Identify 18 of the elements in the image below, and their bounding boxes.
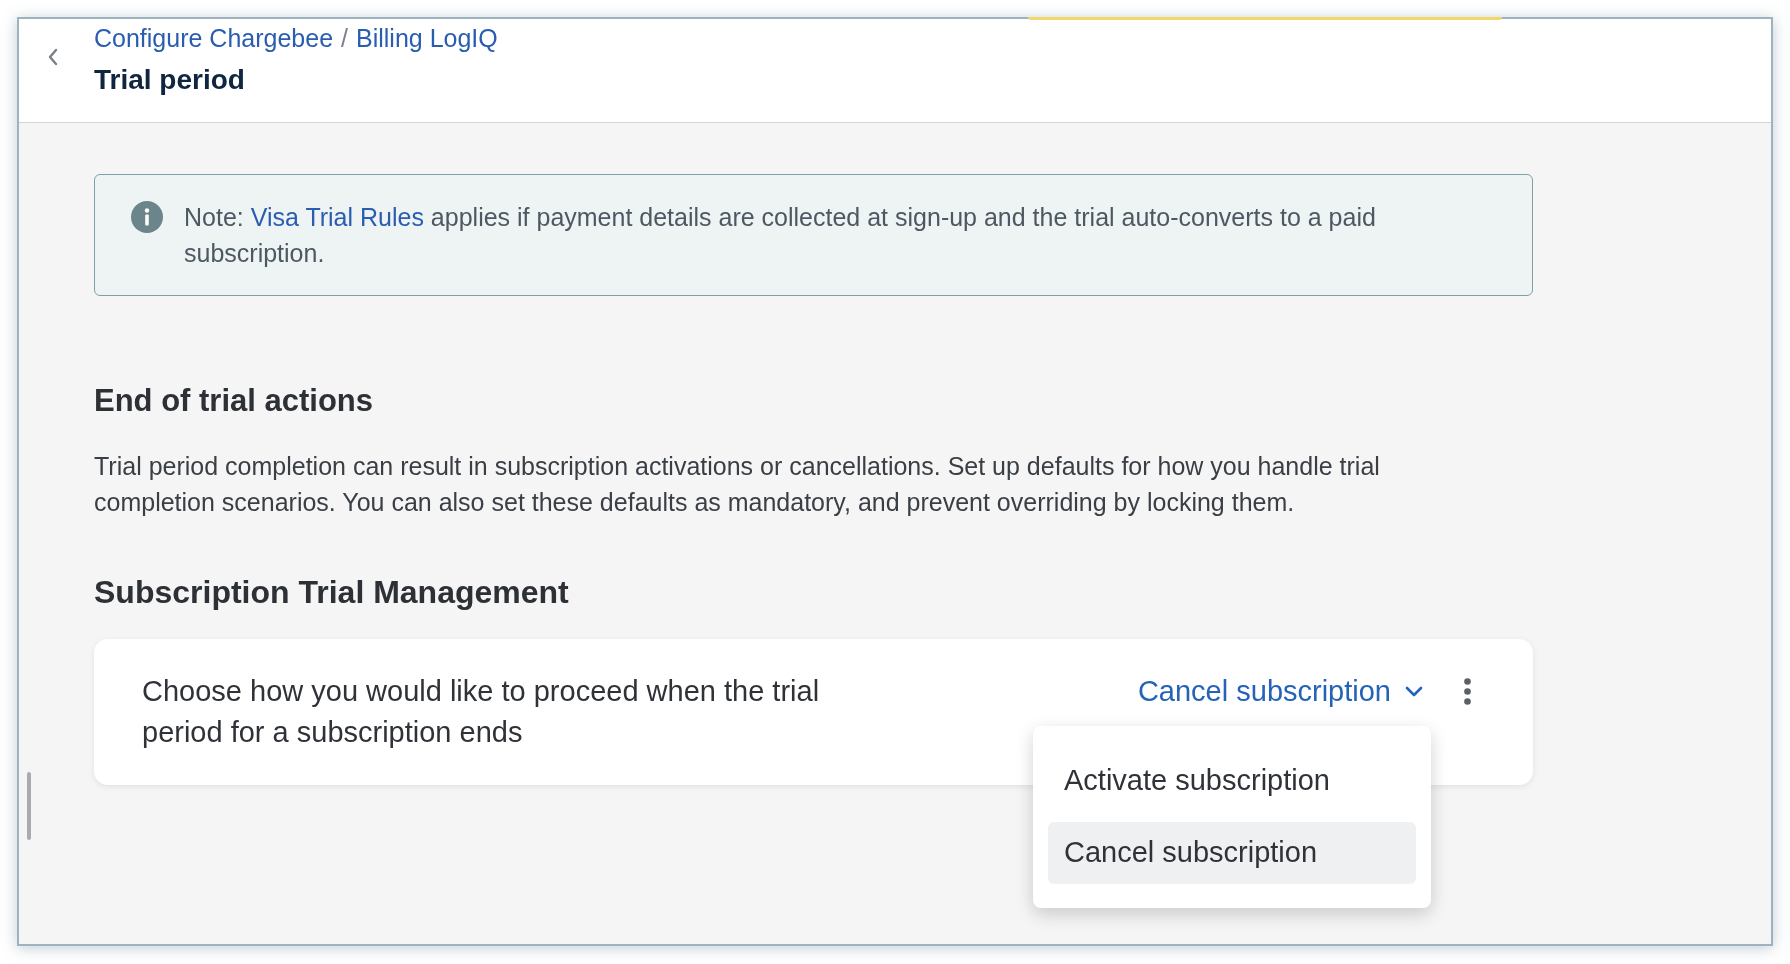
breadcrumb-separator: / bbox=[341, 23, 348, 55]
chevron-down-icon bbox=[1405, 686, 1423, 697]
note-link[interactable]: Visa Trial Rules bbox=[250, 203, 424, 231]
dropdown-trigger[interactable]: Cancel subscription bbox=[1137, 671, 1423, 712]
drag-handle[interactable] bbox=[27, 772, 31, 840]
more-options-button[interactable] bbox=[1463, 677, 1471, 706]
section-heading: Subscription Trial Management bbox=[94, 573, 569, 611]
dropdown-option[interactable]: Cancel subscription bbox=[1048, 822, 1416, 884]
section-description: Trial period completion can result in subscription activations or cancellations. Set up defaults for how you handle trial completion scenarios. You can also set these defaults as mandatory, and prevent overriding by locking them. bbox=[94, 451, 1381, 518]
note-text: Note: Visa Trial Rules applies if payment details are collected at sign-up and the trial auto-converts to a paid subscription. bbox=[184, 202, 1377, 269]
page-title: Trial period bbox=[94, 63, 245, 97]
info-icon bbox=[131, 201, 163, 233]
section-heading: End of trial actions bbox=[94, 382, 374, 420]
setting-description: Choose how you would like to proceed when the trial period for a subscription ends bbox=[142, 674, 821, 750]
kebab-icon bbox=[1463, 678, 1471, 705]
breadcrumb-link[interactable]: Configure Chargebee bbox=[94, 20, 334, 58]
back-chevron-icon bbox=[47, 47, 59, 67]
breadcrumb-link[interactable]: Billing LogIQ bbox=[356, 20, 498, 58]
